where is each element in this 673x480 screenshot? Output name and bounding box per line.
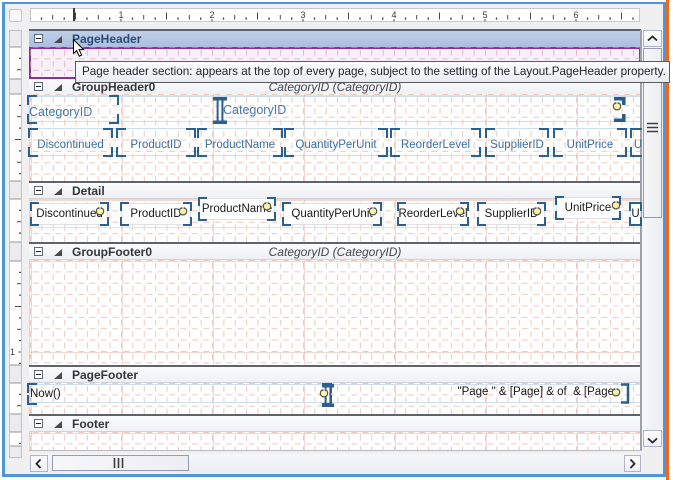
- svg-text:4: 4: [391, 10, 396, 20]
- svg-text:5: 5: [482, 10, 487, 20]
- svg-text:6: 6: [573, 10, 578, 20]
- svg-text:1: 1: [118, 10, 123, 20]
- svg-text:3: 3: [300, 10, 305, 20]
- svg-text:2: 2: [209, 10, 214, 20]
- svg-text:1: 1: [10, 347, 15, 357]
